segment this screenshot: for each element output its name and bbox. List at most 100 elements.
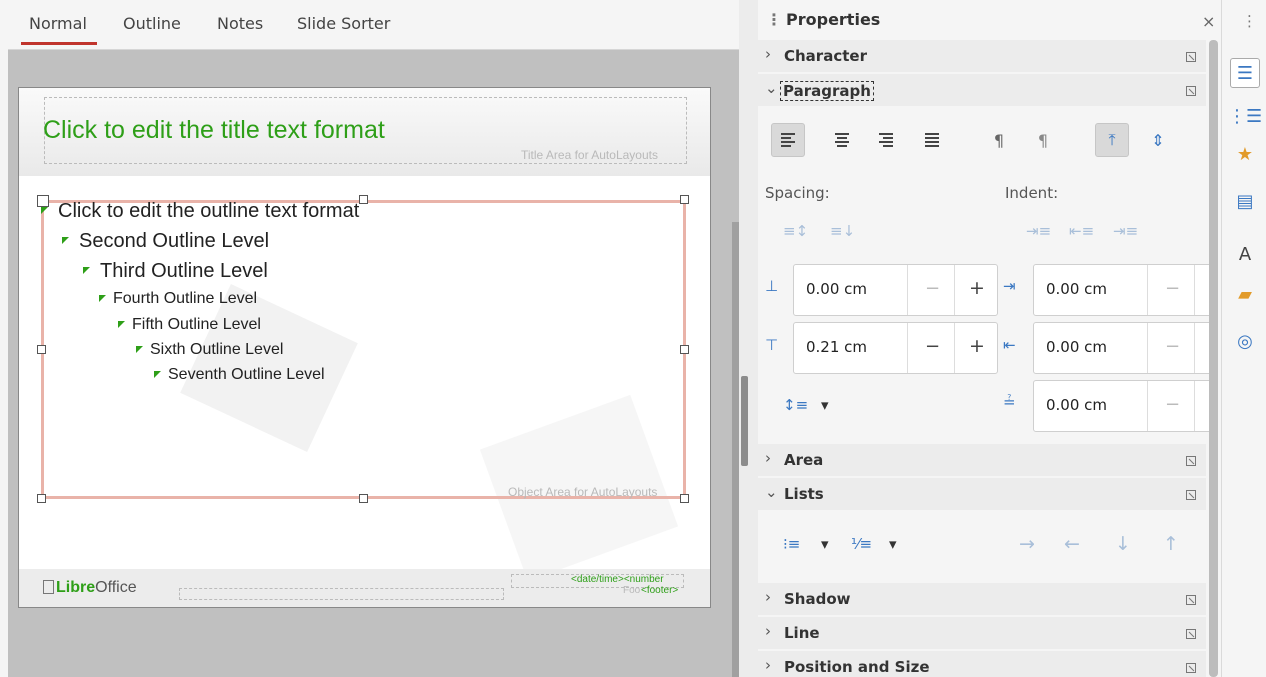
properties-tab-icon[interactable]: ☰ [1230,58,1260,88]
close-icon[interactable]: × [1202,12,1215,31]
spacing-below-value[interactable]: 0.21 cm [806,338,867,356]
indent-before-stepper[interactable]: 0.00 cm − [1033,264,1213,316]
selection-handle[interactable] [680,494,689,503]
unordered-list-icon[interactable]: ⁝≡ [783,535,800,553]
decrease-spacing-icon[interactable]: ≡↓ [830,222,855,240]
master-slides-icon[interactable]: ▤ [1230,186,1260,216]
editor-scrollbar[interactable] [732,222,739,677]
outline-text: Click to edit the outline text format [58,200,360,222]
first-line-indent-value[interactable]: 0.00 cm [1046,396,1107,414]
panel-paragraph-header[interactable]: ⌄ Paragraph [758,74,1206,106]
animation-icon[interactable]: ★ [1230,139,1260,169]
sidebar-menu-icon[interactable]: ⋮ [1242,12,1257,30]
slide-canvas[interactable]: Click to edit the title text format Titl… [18,87,711,608]
line-spacing-icon[interactable]: ↕≡ [783,396,808,414]
decrement-button[interactable]: − [1165,278,1180,299]
outline-text: Fourth Outline Level [113,290,258,307]
move-up-icon[interactable]: ↑ [1163,533,1179,555]
increment-button[interactable]: + [969,335,985,357]
ordered-list-icon[interactable]: ⅟≡ [851,535,872,553]
splitter-grip[interactable] [741,376,748,466]
move-down-icon[interactable]: ↓ [1115,533,1131,555]
chevron-down-icon[interactable]: ▾ [821,535,829,553]
first-line-indent-stepper[interactable]: 0.00 cm − [1033,380,1213,432]
gallery-icon[interactable]: ▰ [1230,279,1260,309]
demote-arrow-icon[interactable]: → [1019,533,1035,555]
slide-title[interactable]: Click to edit the title text format [43,116,385,145]
panel-lists-header[interactable]: ⌄ Lists [758,478,1206,510]
more-options-icon[interactable] [1186,490,1196,500]
outline-level-1[interactable]: Click to edit the outline text format [41,200,359,223]
outline-level-3[interactable]: Third Outline Level [83,260,268,283]
align-left-button[interactable] [771,123,805,157]
more-options-icon[interactable] [1186,52,1196,62]
align-right-button[interactable] [869,123,903,157]
panel-character-header[interactable]: › Character [758,40,1206,72]
indent-after-stepper[interactable]: 0.00 cm − [1033,322,1213,374]
more-options-icon[interactable] [1186,629,1196,639]
tab-outline[interactable]: Outline [123,14,181,33]
outline-level-7[interactable]: Seventh Outline Level [154,366,325,384]
promote-arrow-icon[interactable]: ← [1064,533,1080,555]
drag-icon[interactable]: ⋮ [766,10,782,29]
spacing-above-value[interactable]: 0.00 cm [806,280,867,298]
panel-line-header[interactable]: › Line [758,617,1206,649]
indent-before-value[interactable]: 0.00 cm [1046,280,1107,298]
increase-spacing-icon[interactable]: ≡↕ [783,222,808,240]
selection-handle[interactable] [359,195,368,204]
outline-level-2[interactable]: Second Outline Level [62,230,269,253]
outline-level-4[interactable]: Fourth Outline Level [99,290,257,308]
outline-level-6[interactable]: Sixth Outline Level [136,341,283,359]
outline-level-5[interactable]: Fifth Outline Level [118,316,261,334]
more-options-icon[interactable] [1186,86,1196,96]
panel-title: Character [784,47,867,65]
spacing-above-stepper[interactable]: 0.00 cm − + [793,264,998,316]
more-options-icon[interactable] [1186,663,1196,673]
align-top-button[interactable]: ⤒ [1095,123,1129,157]
panel-shadow-header[interactable]: › Shadow [758,583,1206,615]
decrease-indent-icon[interactable]: ⇤≡ [1069,222,1094,240]
decrement-button[interactable]: − [1165,394,1180,415]
chevron-down-icon[interactable]: ▾ [821,396,829,414]
hanging-indent-icon[interactable]: ⇥≡ [1113,222,1138,240]
indent-after-value[interactable]: 0.00 cm [1046,338,1107,356]
decrement-button[interactable]: − [925,336,940,357]
selection-handle[interactable] [359,494,368,503]
selection-handle[interactable] [680,195,689,204]
spacing-label: Spacing: [765,184,830,202]
more-options-icon[interactable] [1186,456,1196,466]
selection-handle[interactable] [37,494,46,503]
more-options-icon[interactable] [1186,595,1196,605]
decrement-button[interactable]: − [1165,336,1180,357]
selection-handle[interactable] [680,345,689,354]
align-center-button[interactable] [825,123,859,157]
after-indent-icon: ⇤ [1003,336,1016,354]
panel-area-header[interactable]: › Area [758,444,1206,476]
selection-handle[interactable] [37,345,46,354]
justify-button[interactable] [915,123,949,157]
increment-button[interactable]: + [969,277,985,299]
center-vertical-button[interactable]: ⇕ [1141,123,1175,157]
decrement-button[interactable]: − [925,278,940,299]
bullet-icon [118,321,125,328]
deck-scrollbar[interactable] [1209,40,1218,677]
increase-indent-icon[interactable]: ⇥≡ [1026,222,1051,240]
outline-text: Third Outline Level [100,260,268,282]
tab-normal[interactable]: Normal [21,14,97,45]
styles-icon[interactable]: A [1230,239,1260,269]
chevron-right-icon: › [765,622,771,640]
slide-transition-icon[interactable]: ⋮☰ [1228,101,1262,131]
tab-slide-sorter[interactable]: Slide Sorter [297,14,390,33]
chevron-down-icon[interactable]: ▾ [889,535,897,553]
spacing-below-stepper[interactable]: 0.21 cm − + [793,322,998,374]
sidebar-splitter[interactable] [739,0,758,677]
left-to-right-icon[interactable]: ¶ [982,123,1016,157]
panel-title: Lists [784,485,824,503]
right-to-left-icon[interactable]: ¶ [1026,123,1060,157]
footer-placeholder[interactable] [179,588,504,600]
tab-notes[interactable]: Notes [217,14,263,33]
outline-text: Sixth Outline Level [150,341,284,358]
bullet-icon [136,346,143,353]
navigator-icon[interactable]: ◎ [1230,326,1260,356]
panel-position-size-header[interactable]: › Position and Size [758,651,1206,677]
